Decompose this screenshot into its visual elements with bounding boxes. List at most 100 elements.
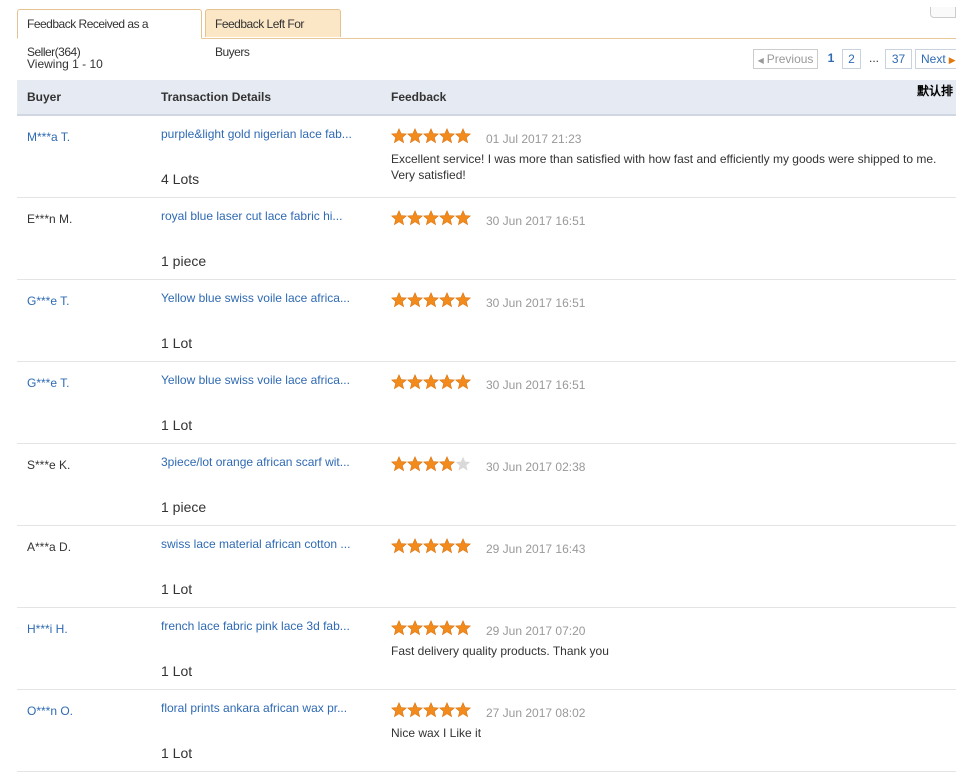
star-filled-icon (390, 538, 408, 554)
buyer-name: A***a D. (27, 540, 72, 554)
quantity: 1 Lot (161, 417, 193, 433)
star-filled-icon (406, 292, 424, 308)
feedback-date: 29 Jun 2017 07:20 (486, 624, 586, 638)
star-filled-icon (390, 456, 408, 472)
star-filled-icon (390, 374, 408, 390)
feedback-comment: Fast delivery quality products. Thank yo… (391, 644, 609, 658)
table-row: A***a D. swiss lace material african cott… (17, 526, 956, 608)
star-filled-icon (406, 374, 424, 390)
star-rating (390, 128, 472, 144)
quantity: 1 Lot (161, 581, 193, 597)
feedback-date: 27 Jun 2017 08:02 (486, 706, 586, 720)
table-row: E***n M. royal blue laser cut lace fabric… (17, 198, 956, 280)
star-filled-icon (438, 538, 456, 554)
page-current: 1 (823, 49, 839, 69)
previous-label: Previous (766, 52, 814, 66)
star-filled-icon (406, 620, 424, 636)
header-buyer: Buyer (27, 90, 62, 104)
star-filled-icon (454, 210, 472, 226)
feedback-date: 30 Jun 2017 16:51 (486, 214, 586, 228)
page-link-37[interactable]: 37 (885, 49, 912, 69)
buyer-name[interactable]: M***a T. (27, 130, 70, 144)
chevron-right-icon: ▶ (948, 55, 956, 65)
sort-label[interactable]: 默认排 (917, 82, 953, 99)
table-row: O***n O. floral prints ankara african wax… (17, 690, 956, 772)
star-filled-icon (406, 456, 424, 472)
chevron-left-icon: ◀ (757, 56, 764, 65)
next-button[interactable]: Next ▶ (915, 49, 956, 69)
star-filled-icon (422, 292, 440, 308)
viewing-range: Viewing 1 - 10 (27, 57, 103, 71)
buyer-name[interactable]: G***e T. (27, 376, 69, 390)
star-rating (390, 702, 472, 718)
previous-button[interactable]: ◀ Previous (753, 49, 818, 69)
star-filled-icon (390, 620, 408, 636)
product-link[interactable]: Yellow blue swiss voile lace africa... (161, 373, 361, 387)
star-rating (390, 374, 472, 390)
star-filled-icon (454, 292, 472, 308)
feedback-date: 30 Jun 2017 16:51 (486, 296, 586, 310)
star-rating (390, 456, 471, 472)
buyer-name: S***e K. (27, 458, 71, 472)
tab-feedback-received[interactable]: Feedback Received as a Seller(364) (17, 9, 202, 59)
header-feedback: Feedback (391, 90, 447, 104)
product-link[interactable]: 3piece/lot orange african scarf wit... (161, 455, 361, 469)
star-rating (390, 620, 472, 636)
star-rating (390, 538, 472, 554)
star-filled-icon (454, 620, 472, 636)
tab-feedback-left[interactable]: Feedback Left For Buyers (205, 9, 341, 59)
buyer-name: E***n M. (27, 212, 73, 226)
quantity: 1 piece (161, 499, 207, 515)
feedback-tabs: Feedback Received as a Seller(364) Feedb… (17, 7, 956, 59)
star-filled-icon (454, 538, 472, 554)
star-filled-icon (422, 128, 440, 144)
feedback-date: 30 Jun 2017 02:38 (486, 460, 586, 474)
star-filled-icon (422, 620, 440, 636)
star-filled-icon (406, 702, 424, 718)
star-filled-icon (390, 210, 408, 226)
star-filled-icon (390, 702, 408, 718)
star-filled-icon (390, 128, 408, 144)
star-filled-icon (390, 292, 408, 308)
buyer-name[interactable]: O***n O. (27, 704, 73, 718)
feedback-date: 29 Jun 2017 16:43 (486, 542, 586, 556)
buyer-name[interactable]: H***i H. (27, 622, 68, 636)
star-filled-icon (406, 128, 424, 144)
table-row: G***e T. Yellow blue swiss voile lace afr… (17, 362, 956, 444)
star-filled-icon (422, 210, 440, 226)
star-filled-icon (438, 128, 456, 144)
star-filled-icon (438, 702, 456, 718)
star-filled-icon (422, 456, 440, 472)
product-link[interactable]: french lace fabric pink lace 3d fab... (161, 619, 361, 633)
star-filled-icon (454, 374, 472, 390)
corner-control[interactable] (930, 7, 956, 18)
star-filled-icon (438, 210, 456, 226)
product-link[interactable]: royal blue laser cut lace fabric hi... (161, 209, 361, 223)
product-link[interactable]: Yellow blue swiss voile lace africa... (161, 291, 361, 305)
table-row: H***i H. french lace fabric pink lace 3d … (17, 608, 956, 690)
table-row: S***e K. 3piece/lot orange african scarf … (17, 444, 956, 526)
star-filled-icon (438, 456, 456, 472)
feedback-comment: Nice wax I Like it (391, 726, 482, 740)
star-rating (390, 210, 472, 226)
table-row: M***a T. purple&light gold nigerian lace … (17, 116, 956, 198)
next-label: Next (921, 52, 946, 66)
quantity: 4 Lots (161, 171, 200, 187)
quantity: 1 Lot (161, 335, 193, 351)
star-filled-icon (422, 538, 440, 554)
star-filled-icon (454, 128, 472, 144)
product-link[interactable]: swiss lace material african cotton ... (161, 537, 361, 551)
feedback-date: 01 Jul 2017 21:23 (486, 132, 582, 146)
page-link-2[interactable]: 2 (842, 49, 861, 69)
quantity: 1 Lot (161, 663, 193, 679)
product-link[interactable]: floral prints ankara african wax pr... (161, 701, 361, 715)
star-filled-icon (422, 702, 440, 718)
star-filled-icon (454, 702, 472, 718)
quantity: 1 piece (161, 253, 207, 269)
star-filled-icon (438, 620, 456, 636)
product-link[interactable]: purple&light gold nigerian lace fab... (161, 127, 361, 141)
table-row: G***e T. Yellow blue swiss voile lace afr… (17, 280, 956, 362)
star-filled-icon (406, 210, 424, 226)
header-transaction: Transaction Details (161, 90, 272, 104)
buyer-name[interactable]: G***e T. (27, 294, 69, 308)
